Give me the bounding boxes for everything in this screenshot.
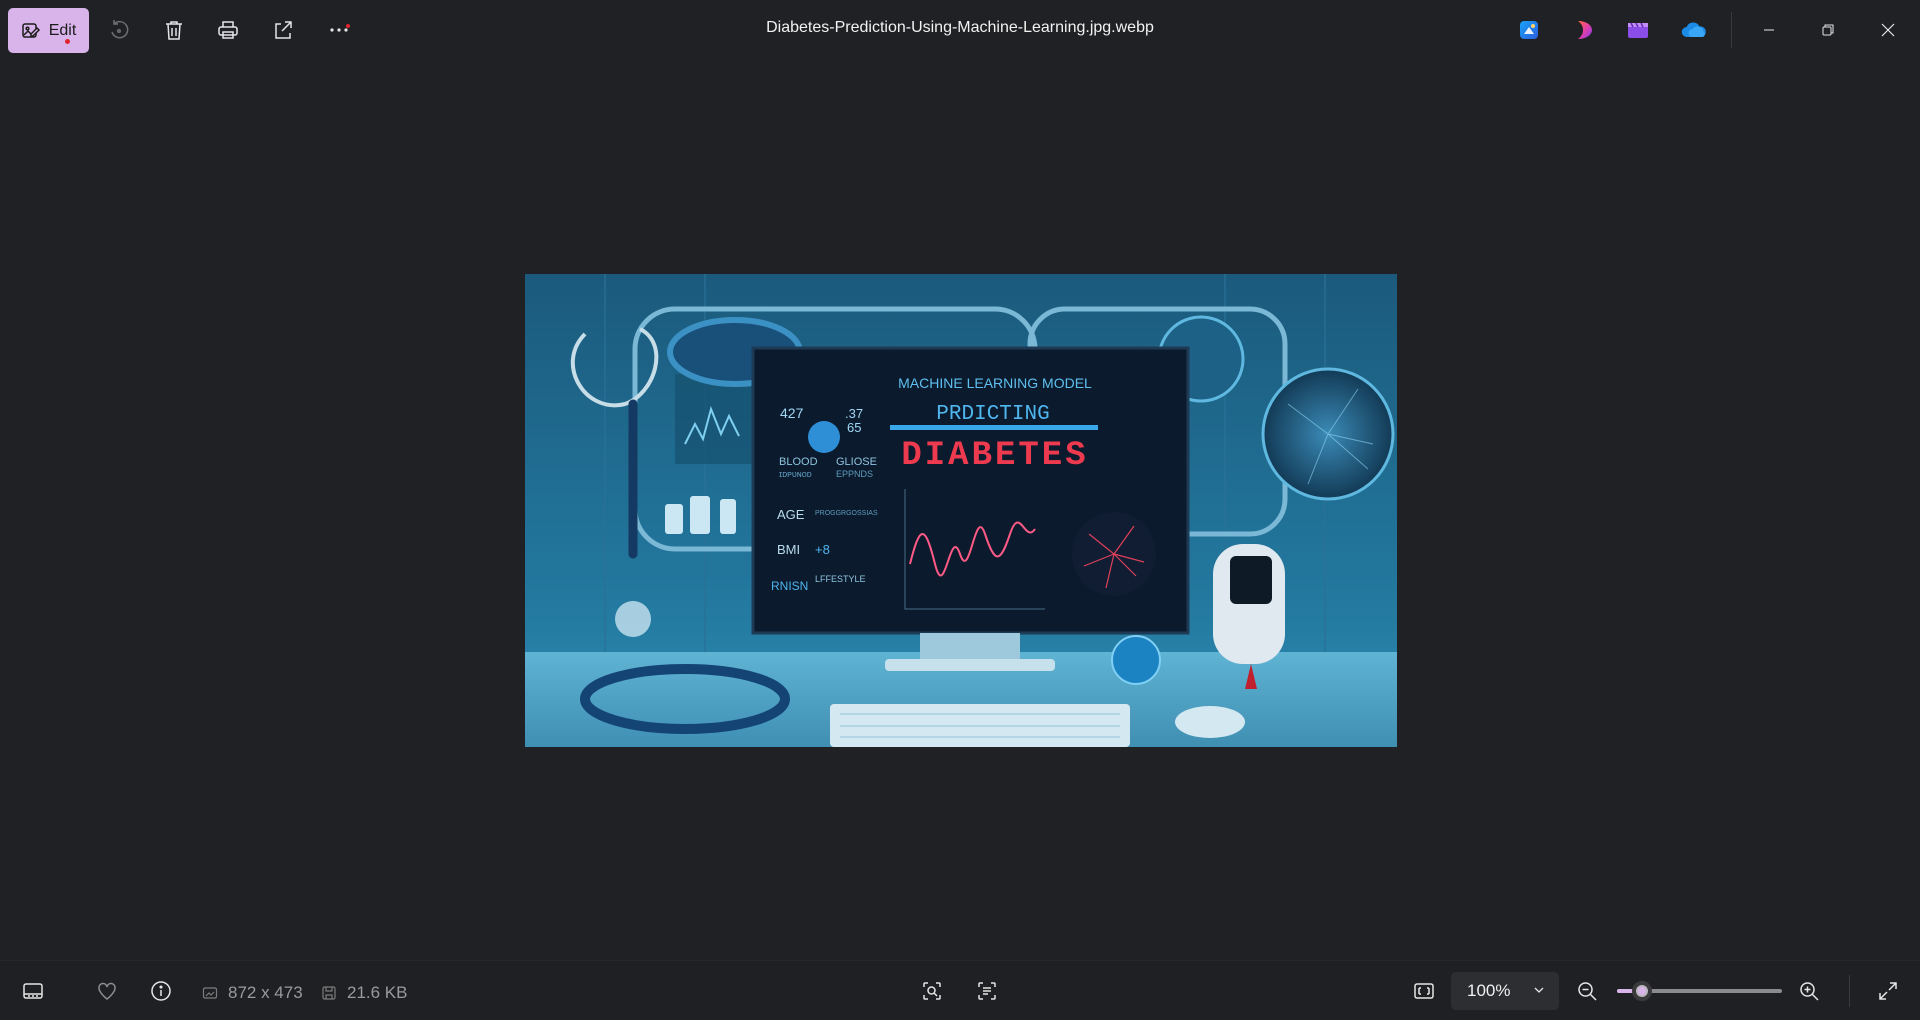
zoom-out-icon — [1578, 982, 1597, 1001]
close-icon — [1881, 23, 1895, 37]
designer-icon — [1520, 21, 1538, 39]
video-editor-icon — [1628, 22, 1648, 38]
photo-age-sub: PROGGRGOSSIAS — [815, 510, 878, 517]
photo-big-text: DIABETES — [901, 437, 1088, 475]
minimize-button[interactable] — [1749, 10, 1789, 50]
clipchamp-app-button[interactable] — [1571, 16, 1599, 44]
designer-app-button[interactable] — [1515, 16, 1543, 44]
photos-app: Edit Diabetes-Prediction-Using-Machine-L… — [0, 0, 1920, 1020]
photo-n1: 427 — [780, 405, 804, 421]
zoom-level-dropdown[interactable]: 100% — [1451, 972, 1559, 1010]
file-size-text: 21.6 KB — [347, 983, 408, 1002]
zoom-in-button[interactable] — [1791, 973, 1827, 1009]
title-bar-divider — [1731, 12, 1732, 48]
fit-window-icon — [1414, 983, 1434, 999]
status-bar-divider — [1849, 975, 1850, 1007]
resolution-icon — [202, 987, 218, 999]
print-button[interactable] — [210, 12, 246, 48]
visual-search-icon — [923, 982, 941, 1000]
photo-headline: MACHINE LEARNING MODEL — [898, 375, 1092, 391]
photo-bmi: BMI — [777, 542, 800, 557]
photo-age: AGE — [777, 507, 805, 522]
rotate-button[interactable] — [101, 12, 137, 48]
more-dots-icon — [330, 24, 350, 32]
zoom-in-icon — [1800, 982, 1819, 1001]
photo-subhead: PRDICTING — [936, 403, 1049, 426]
photo-content: MACHINE LEARNING MODEL PRDICTING DIABETE… — [525, 274, 1397, 747]
edit-button[interactable]: Edit — [8, 8, 89, 53]
restore-button[interactable] — [1808, 10, 1848, 50]
edit-image-icon — [21, 22, 40, 38]
clipchamp-icon — [1578, 21, 1592, 39]
edit-button-label: Edit — [48, 21, 77, 39]
zoom-slider[interactable] — [1617, 981, 1782, 1001]
text-scan-button[interactable] — [969, 973, 1005, 1009]
more-options-button[interactable] — [321, 12, 357, 48]
displayed-photo[interactable]: MACHINE LEARNING MODEL PRDICTING DIABETE… — [525, 274, 1397, 747]
photo-blood: BLOOD — [779, 456, 818, 468]
printer-icon — [218, 21, 238, 39]
chevron-down-icon — [1534, 987, 1544, 993]
favorite-button[interactable] — [89, 973, 125, 1009]
photo-bmi-val: +8 — [815, 542, 830, 557]
filmstrip-icon — [23, 983, 43, 999]
fullscreen-button[interactable] — [1870, 973, 1906, 1009]
image-dimensions: 872 x 473 — [202, 983, 303, 1003]
zoom-out-button[interactable] — [1569, 973, 1605, 1009]
photo-gluose: GLIOSE — [836, 456, 877, 468]
file-size: 21.6 KB — [321, 983, 408, 1003]
photo-n2: .37 — [845, 406, 863, 421]
share-button[interactable] — [265, 12, 301, 48]
photo-blood-sub: ɪᴅᴘᴜɴᴏᴅ — [779, 469, 812, 479]
zoom-slider-thumb[interactable] — [1631, 981, 1652, 1001]
notification-dot — [65, 39, 70, 44]
onedrive-app-button[interactable] — [1680, 16, 1708, 44]
visual-search-button[interactable] — [914, 973, 950, 1009]
video-editor-app-button[interactable] — [1624, 16, 1652, 44]
photo-lifestyle: LFFESTYLE — [815, 574, 866, 584]
trash-icon — [166, 21, 182, 40]
expand-icon — [1879, 982, 1897, 1000]
heart-icon — [98, 982, 116, 1000]
filmstrip-toggle-button[interactable] — [15, 973, 51, 1009]
photo-n3: 65 — [847, 420, 861, 435]
dimensions-text: 872 x 473 — [228, 983, 303, 1002]
zoom-level-text: 100% — [1467, 981, 1511, 1000]
file-info-button[interactable] — [143, 973, 179, 1009]
rotate-icon — [111, 20, 129, 39]
info-icon — [151, 981, 171, 1001]
fit-to-window-button[interactable] — [1406, 973, 1442, 1009]
disk-icon — [322, 986, 336, 1000]
delete-button[interactable] — [156, 12, 192, 48]
text-scan-icon — [978, 982, 996, 1000]
title-bar: Edit Diabetes-Prediction-Using-Machine-L… — [0, 0, 1920, 60]
photo-rnisn: RNISN — [771, 579, 808, 593]
share-icon — [275, 21, 292, 39]
minimize-icon — [1764, 29, 1774, 31]
status-bar: 872 x 473 21.6 KB 100% — [0, 960, 1920, 1020]
photo-gluose-sub: EPPNDS — [836, 469, 873, 479]
onedrive-icon — [1681, 22, 1706, 38]
restore-icon — [1822, 24, 1834, 36]
close-button[interactable] — [1868, 10, 1908, 50]
